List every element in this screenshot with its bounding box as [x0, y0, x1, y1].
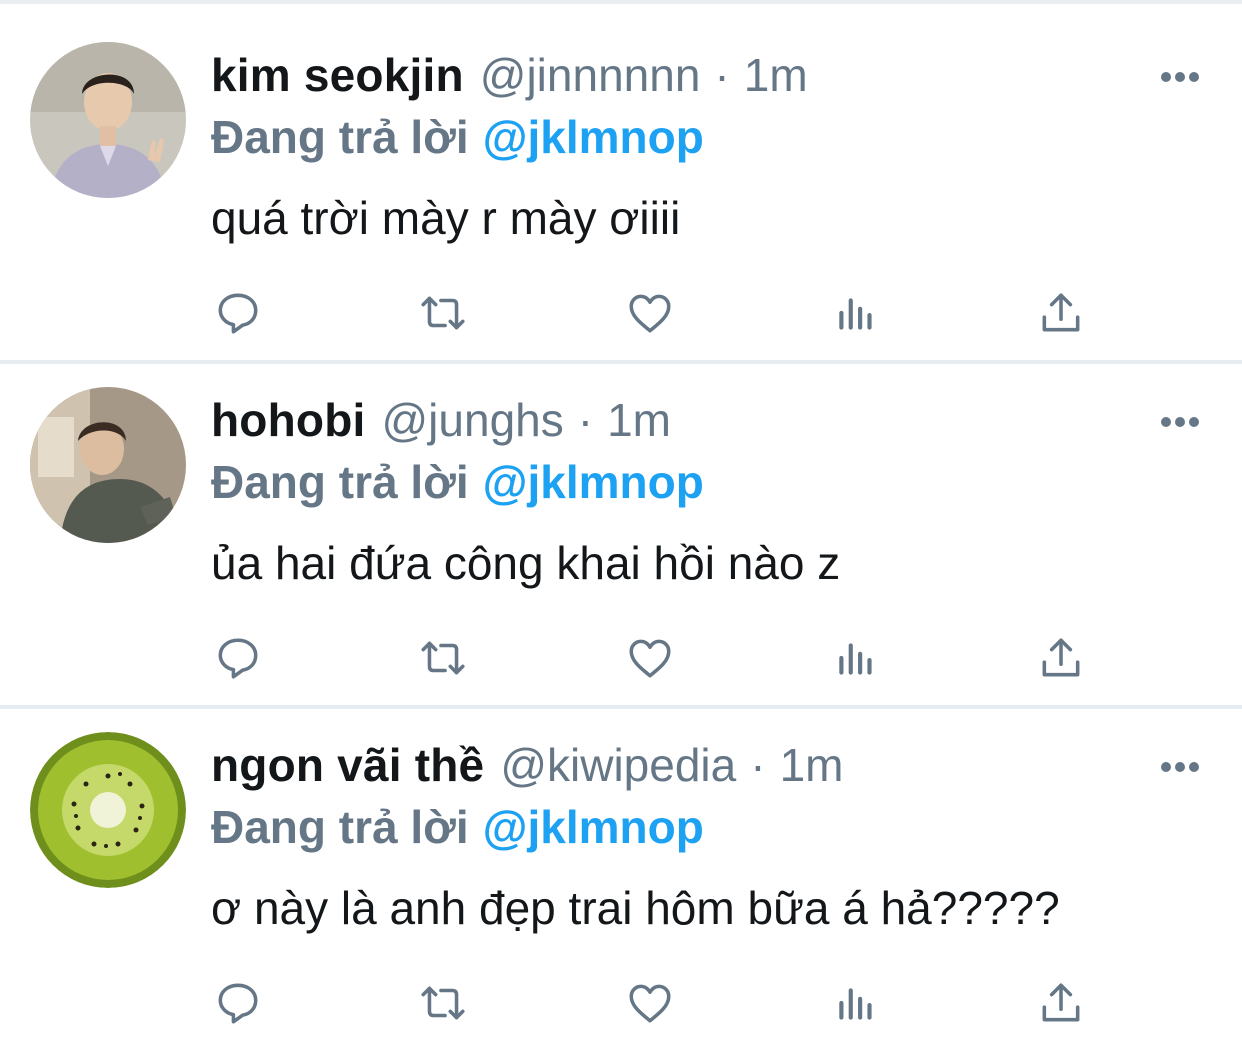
tweet-text: quá trời mày r mày ơiiii — [211, 192, 681, 244]
replying-to-label: Đang trả lời — [211, 111, 469, 163]
tweet-header: hohobi @junghs · 1m — [211, 389, 671, 451]
tweet-header: ngon vãi thề @kiwipedia · 1m — [211, 734, 843, 796]
share-icon[interactable] — [1036, 633, 1086, 683]
replying-to-label: Đang trả lời — [211, 456, 469, 508]
tweet-card[interactable]: hohobi @junghs · 1m Đang trả lời @jklmnop… — [0, 345, 1242, 690]
handle[interactable]: @kiwipedia — [500, 734, 736, 796]
reply-icon[interactable] — [213, 288, 263, 338]
separator-dot: · — [577, 394, 594, 446]
retweet-icon[interactable] — [418, 288, 468, 338]
separator-dot: · — [714, 49, 730, 101]
more-icon[interactable] — [1160, 760, 1200, 772]
timestamp[interactable]: 1m — [607, 389, 671, 451]
replying-to: Đang trả lời @jklmnop — [211, 106, 704, 168]
mention-link[interactable]: @jklmnop — [483, 456, 704, 508]
retweet-icon[interactable] — [418, 633, 468, 683]
tweet-text: ơ này là anh đẹp trai hôm bữa á hả????? — [211, 882, 1060, 934]
like-icon[interactable] — [625, 978, 675, 1028]
timestamp[interactable]: 1m — [744, 44, 808, 106]
reply-icon[interactable] — [213, 633, 263, 683]
like-icon[interactable] — [625, 288, 675, 338]
timestamp[interactable]: 1m — [780, 734, 844, 796]
avatar[interactable] — [30, 42, 186, 198]
analytics-icon[interactable] — [832, 633, 882, 683]
display-name[interactable]: hohobi — [211, 389, 365, 451]
tweet-header: kim seokjin @jinnnnnn · 1m — [211, 44, 808, 106]
retweet-icon[interactable] — [418, 978, 468, 1028]
like-icon[interactable] — [625, 633, 675, 683]
tweet-card[interactable]: kim seokjin @jinnnnnn · 1m Đang trả lời @… — [0, 0, 1242, 345]
display-name[interactable]: kim seokjin — [211, 44, 464, 106]
separator-dot: · — [750, 739, 766, 791]
avatar[interactable] — [30, 732, 186, 888]
share-icon[interactable] — [1036, 978, 1086, 1028]
replying-to: Đang trả lời @jklmnop — [211, 796, 704, 858]
reply-icon[interactable] — [213, 978, 263, 1028]
more-icon[interactable] — [1160, 70, 1200, 82]
replying-to: Đang trả lời @jklmnop — [211, 451, 704, 513]
tweet-card[interactable]: ngon vãi thề @kiwipedia · 1m Đang trả lờ… — [0, 690, 1242, 1035]
replying-to-label: Đang trả lời — [211, 801, 469, 853]
reply-feed: kim seokjin @jinnnnnn · 1m Đang trả lời @… — [0, 0, 1242, 1049]
mention-link[interactable]: @jklmnop — [483, 801, 704, 853]
mention-link[interactable]: @jklmnop — [483, 111, 704, 163]
more-icon[interactable] — [1160, 415, 1200, 427]
share-icon[interactable] — [1036, 288, 1086, 338]
analytics-icon[interactable] — [832, 978, 882, 1028]
display-name[interactable]: ngon vãi thề — [211, 734, 484, 796]
handle[interactable]: @junghs — [381, 389, 563, 451]
handle[interactable]: @jinnnnnn — [480, 44, 701, 106]
avatar[interactable] — [30, 387, 186, 543]
tweet-text: ủa hai đứa công khai hồi nào z — [211, 537, 841, 589]
analytics-icon[interactable] — [832, 288, 882, 338]
